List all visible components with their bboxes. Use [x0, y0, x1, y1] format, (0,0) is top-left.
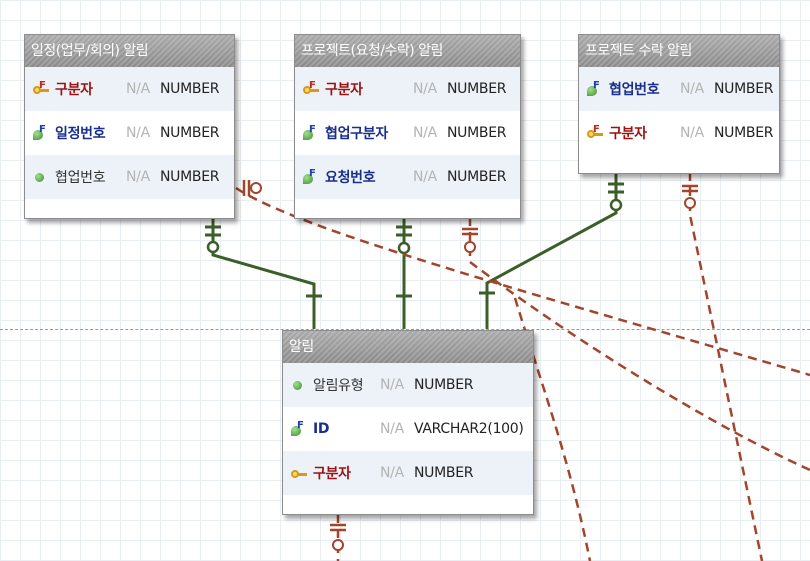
attribute-type: VARCHAR2(100)	[414, 421, 524, 437]
attribute-nullable: N/A	[680, 125, 704, 141]
attribute-row-distinguisher[interactable]: 구분자 N/A NUMBER	[283, 451, 533, 495]
attribute-name: 협업구분자	[325, 126, 388, 142]
attribute-nullable: N/A	[413, 81, 437, 97]
attribute-type: NUMBER	[414, 377, 474, 393]
entity-alert[interactable]: 알림 알림유형 N/A NUMBER F ID N/A VARCHAR2(100…	[282, 330, 534, 515]
foreign-key-icon: F	[290, 420, 308, 437]
attribute-row-id[interactable]: F ID N/A VARCHAR2(100)	[283, 407, 533, 451]
attribute-row-distinguisher[interactable]: F 구분자 N/A NUMBER	[579, 111, 779, 155]
attribute-name: ID	[313, 421, 330, 437]
primary-key-icon	[290, 465, 308, 481]
attribute-type: NUMBER	[160, 125, 220, 141]
attribute-row-distinguisher[interactable]: F 구분자 N/A NUMBER	[295, 67, 520, 111]
entity-title: 프로젝트 수락 알림	[579, 35, 779, 67]
attribute-name: 일정번호	[55, 126, 106, 142]
relationship-project-request-to-alert[interactable]	[396, 217, 412, 329]
entity-project-accept-alert[interactable]: 프로젝트 수락 알림 F 협업번호 N/A NUMBER F 구분자 N/A N…	[578, 34, 780, 174]
attribute-nullable: N/A	[126, 169, 150, 185]
attribute-type: NUMBER	[714, 125, 774, 141]
attribute-nullable: N/A	[680, 81, 704, 97]
attribute-name: 구분자	[325, 82, 363, 98]
entity-title: 일정(업무/회의) 알림	[25, 35, 234, 67]
entity-title: 프로젝트(요청/수락) 알림	[295, 35, 520, 67]
attribute-nullable: N/A	[126, 81, 150, 97]
relationship-accept-distinguisher[interactable]	[682, 172, 764, 561]
attribute-name: 구분자	[609, 126, 647, 142]
attribute-name: 협업번호	[55, 170, 106, 186]
attribute-type: NUMBER	[714, 81, 774, 97]
primary-foreign-key-icon: F	[32, 80, 50, 97]
attribute-type: NUMBER	[447, 125, 507, 141]
attribute-name: 구분자	[313, 466, 351, 482]
attribute-nullable: N/A	[413, 169, 437, 185]
foreign-key-icon: F	[32, 124, 50, 141]
primary-foreign-key-icon: F	[302, 80, 320, 97]
attribute-name: 요청번호	[325, 170, 376, 186]
attribute-type: NUMBER	[414, 465, 474, 481]
entity-project-request-alert[interactable]: 프로젝트(요청/수락) 알림 F 구분자 N/A NUMBER F 협업구분자 …	[294, 34, 521, 219]
relationship-schedule-to-alert[interactable]	[205, 218, 322, 329]
foreign-key-icon: F	[302, 124, 320, 141]
attribute-nullable: N/A	[413, 125, 437, 141]
attribute-row-collab-number[interactable]: F 협업번호 N/A NUMBER	[579, 67, 779, 111]
attribute-type: NUMBER	[160, 169, 220, 185]
attribute-row-collab-number[interactable]: 협업번호 N/A NUMBER	[25, 155, 234, 199]
attribute-nullable: N/A	[380, 465, 404, 481]
entity-title: 알림	[283, 331, 533, 363]
attribute-type: NUMBER	[447, 169, 507, 185]
attribute-type: NUMBER	[447, 81, 507, 97]
attribute-row-distinguisher[interactable]: F 구분자 N/A NUMBER	[25, 67, 234, 111]
attribute-type: NUMBER	[160, 81, 220, 97]
primary-foreign-key-icon: F	[586, 124, 604, 141]
attribute-row-request-number[interactable]: F 요청번호 N/A NUMBER	[295, 155, 520, 199]
attribute-name: 협업번호	[609, 82, 660, 98]
attribute-nullable: N/A	[380, 377, 404, 393]
foreign-key-icon: F	[302, 168, 320, 185]
relationship-alert-distinguisher[interactable]	[330, 514, 346, 561]
foreign-key-icon: F	[586, 80, 604, 97]
attribute-dot-icon	[32, 169, 50, 185]
entity-schedule-alert[interactable]: 일정(업무/회의) 알림 F 구분자 N/A NUMBER F 일정번호 N/A…	[24, 34, 235, 219]
attribute-name: 알림유형	[313, 378, 364, 394]
attribute-nullable: N/A	[126, 125, 150, 141]
attribute-row-alert-type[interactable]: 알림유형 N/A NUMBER	[283, 363, 533, 407]
erd-canvas: 일정(업무/회의) 알림 F 구분자 N/A NUMBER F 일정번호 N/A…	[0, 0, 810, 561]
attribute-name: 구분자	[55, 82, 93, 98]
attribute-nullable: N/A	[380, 421, 404, 437]
attribute-dot-icon	[290, 377, 308, 393]
attribute-row-collab-distinguisher[interactable]: F 협업구분자 N/A NUMBER	[295, 111, 520, 155]
attribute-row-schedule-number[interactable]: F 일정번호 N/A NUMBER	[25, 111, 234, 155]
